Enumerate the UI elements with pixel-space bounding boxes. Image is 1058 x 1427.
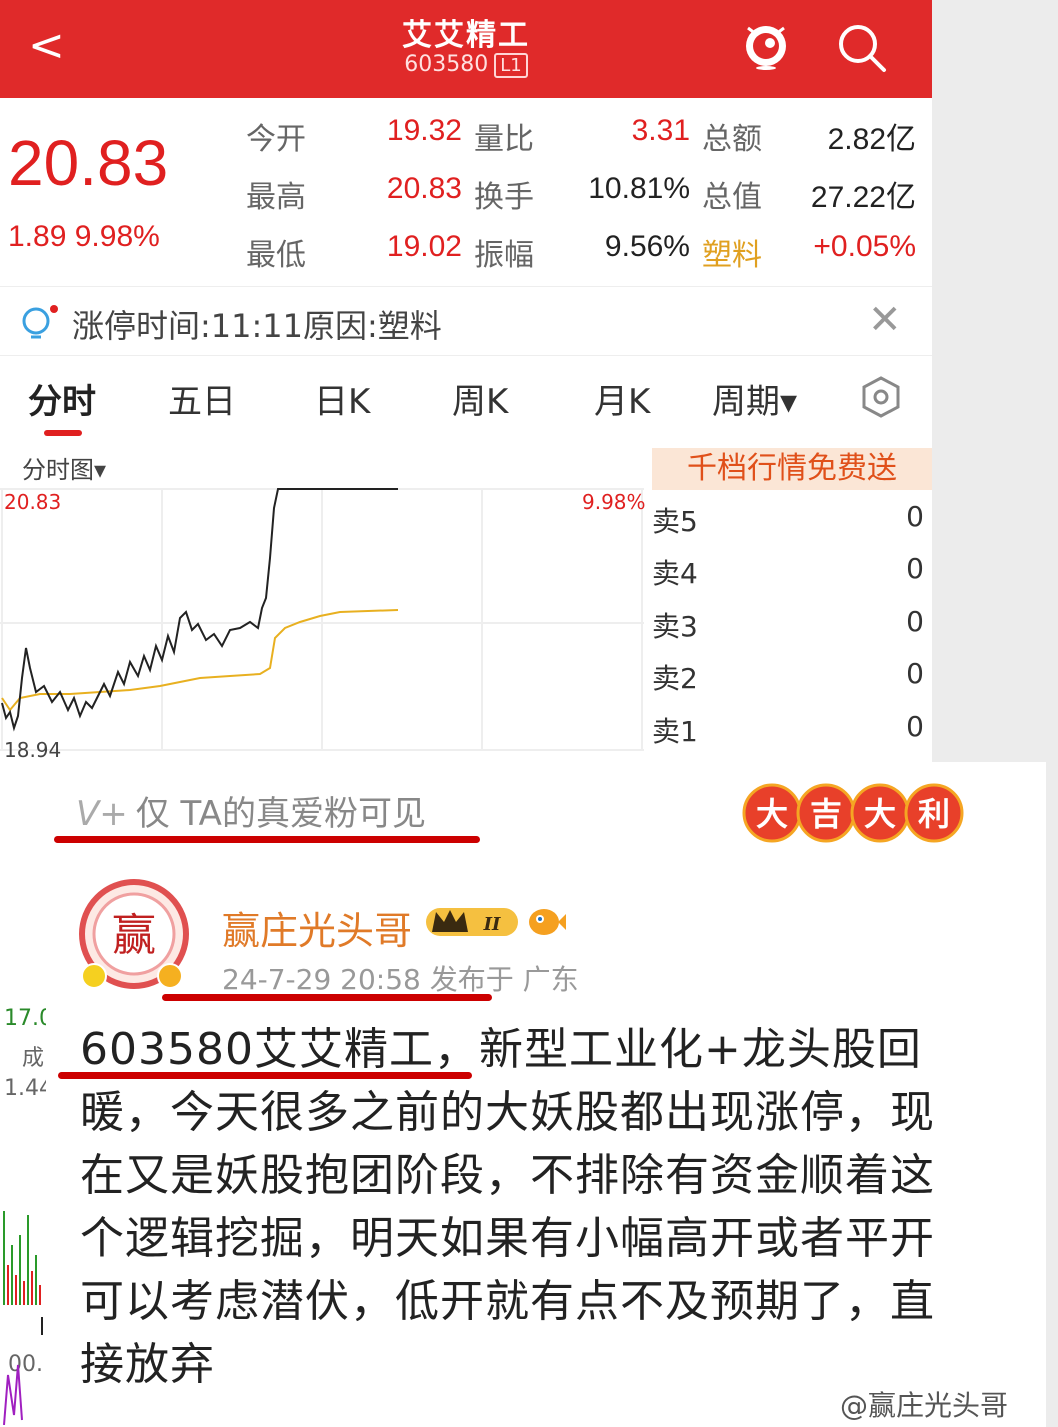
active-tab-indicator [44, 430, 82, 436]
sector-change: +0.05% [813, 230, 916, 263]
tab-period-dropdown[interactable]: 周期▾ [712, 374, 797, 423]
turnover-rate-value: 10.81% [588, 172, 690, 205]
post-meta: 24-7-29 20:58 发布于 广东 [222, 963, 579, 996]
lucky-char-2: 吉 [810, 795, 842, 833]
lucky-char-1: 大 [756, 795, 788, 833]
change-percent: 9.98% [74, 220, 160, 253]
price-change: 1.89 9.98% [8, 220, 160, 254]
ask-1-label: 卖1 [652, 715, 698, 748]
stock-code: 603580 [404, 52, 489, 77]
high-value: 20.83 [386, 172, 462, 205]
volume-bars [3, 1211, 43, 1425]
lucky-sticker[interactable]: 大 吉 大 利 [742, 782, 964, 844]
app-header: < 艾艾精工 603580 L1 [0, 0, 932, 98]
level-badge[interactable]: L1 [494, 53, 528, 78]
limit-up-notice[interactable]: 涨停时间:11:11原因:塑料 ✕ [0, 286, 932, 356]
ask-5-label: 卖5 [652, 505, 698, 538]
last-price: 20.83 [8, 127, 169, 199]
turnover-amount-value: 2.82亿 [827, 123, 916, 156]
settings-hexagon-icon[interactable] [860, 376, 902, 418]
tab-intraday[interactable]: 分时 [28, 374, 96, 423]
red-underline-stock [58, 1072, 472, 1079]
chart-type-selector[interactable]: 分时图▾ [22, 450, 106, 485]
fish-icon [529, 909, 566, 935]
tab-weekly-k[interactable]: 周K [452, 374, 508, 423]
turnover-amount-label: 总额 [702, 122, 762, 157]
ask-3-label: 卖3 [652, 610, 698, 643]
tab-monthly-k[interactable]: 月K [594, 374, 650, 423]
side-label-volume: 成 [22, 1046, 45, 1071]
amplitude-label: 振幅 [474, 238, 534, 273]
search-icon[interactable] [836, 22, 888, 74]
quote-panel: 20.83 1.89 9.98% 今开 19.32 量比 3.31 总额 2.8… [0, 98, 932, 286]
volume-ratio-value: 3.31 [631, 114, 690, 147]
sector-label[interactable]: 塑料 [702, 230, 762, 274]
low-value: 19.02 [386, 230, 462, 263]
promo-banner[interactable]: 千档行情免费送 [652, 448, 932, 490]
chart-low-label: 18.94 [4, 738, 62, 762]
turnover-rate-label: 换手 [474, 180, 534, 215]
ask-1-value: 0 [906, 710, 924, 743]
high-label: 最高 [246, 180, 306, 215]
amplitude-value: 9.56% [604, 230, 690, 263]
verified-badge-icon [157, 963, 183, 989]
chart-high-label: 20.83 [4, 490, 62, 514]
market-cap-value: 27.22亿 [810, 181, 916, 214]
ask-2-label: 卖2 [652, 662, 698, 695]
lucky-char-3: 大 [864, 795, 896, 833]
lightbulb-icon [22, 305, 58, 339]
ask-3-value: 0 [906, 605, 924, 638]
open-label: 今开 [246, 122, 306, 157]
low-label: 最低 [246, 238, 306, 273]
close-icon[interactable]: ✕ [868, 297, 902, 343]
tab-daily-k[interactable]: 日K [314, 374, 370, 423]
tab-five-day[interactable]: 五日 [168, 374, 236, 423]
volume-ratio-label: 量比 [474, 122, 534, 157]
weibo-watermark: @赢庄光头哥 [840, 1389, 1009, 1422]
red-underline-meta [162, 994, 492, 1001]
ask-4-value: 0 [906, 552, 924, 585]
mascot-icon[interactable] [742, 18, 790, 70]
market-cap-label: 总值 [702, 180, 762, 215]
intraday-price-chart[interactable] [0, 488, 644, 758]
price-line [1, 488, 398, 732]
visibility-text: 仅 TA的真爱粉可见 [135, 794, 426, 834]
fan-only-visibility: V+ 仅 TA的真爱粉可见 [76, 786, 426, 835]
period-tabs: 分时 五日 日K 周K 月K 周期▾ [0, 356, 932, 440]
author-avatar[interactable]: 赢 [72, 872, 196, 996]
stock-name: 艾艾精工 [402, 18, 530, 53]
fan-badge-icon: V+ [76, 794, 128, 834]
ask-4-label: 卖4 [652, 557, 698, 590]
change-amount: 1.89 [8, 220, 67, 253]
open-value: 19.32 [386, 114, 462, 147]
chart-high-percent: 9.98% [582, 490, 646, 514]
limit-up-text: 涨停时间:11:11原因:塑料 [72, 307, 442, 345]
level-badge-text: II [483, 914, 501, 935]
crown-level-badge-icon: II [426, 908, 518, 936]
avatar-char: 赢 [112, 910, 156, 961]
ask-2-value: 0 [906, 657, 924, 690]
red-underline-visibility [54, 836, 480, 843]
ask-5-value: 0 [906, 500, 924, 533]
author-name[interactable]: 赢庄光头哥 [222, 900, 412, 955]
stock-code-row: 603580 L1 [0, 52, 932, 78]
lucky-char-4: 利 [918, 795, 950, 833]
